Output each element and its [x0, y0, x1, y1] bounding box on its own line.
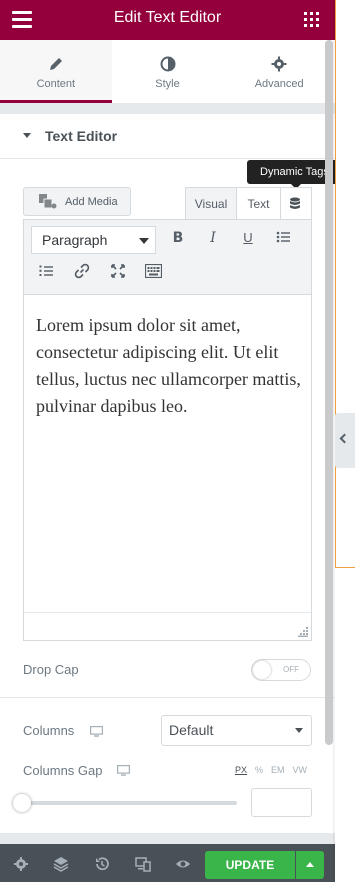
unit-em[interactable]: EM [271, 765, 285, 775]
chevron-down-icon [139, 238, 149, 244]
pencil-icon [49, 58, 62, 70]
unit-vw[interactable]: VW [293, 765, 308, 775]
editor-statusbar [24, 612, 311, 640]
settings-gear-icon[interactable] [13, 856, 29, 872]
layers-icon[interactable] [53, 856, 69, 872]
database-icon [290, 197, 300, 209]
update-options-button[interactable] [296, 851, 324, 879]
add-media-button[interactable]: Add Media [23, 187, 131, 216]
panel-header: Edit Text Editor [0, 0, 335, 40]
panel-scrollbar[interactable] [325, 40, 333, 745]
fullscreen-icon[interactable] [110, 263, 126, 279]
tab-style[interactable]: Style [112, 40, 224, 103]
tab-content-label: Content [36, 78, 76, 90]
responsive-mode-icon[interactable] [135, 856, 151, 872]
preview-frame-edge [335, 0, 336, 568]
toggle-knob [253, 661, 271, 679]
add-media-label: Add Media [65, 196, 118, 208]
columns-gap-input[interactable] [251, 788, 312, 817]
panel-tabs: Content Style Advanced [0, 40, 335, 103]
columns-gap-label: Columns Gap [23, 763, 103, 778]
collapse-panel-button[interactable] [335, 413, 355, 468]
tab-advanced[interactable]: Advanced [223, 40, 335, 103]
tab-visual[interactable]: Visual [185, 187, 237, 220]
columns-gap-slider-handle[interactable] [13, 794, 31, 812]
keyboard-icon[interactable] [145, 264, 162, 278]
columns-select[interactable]: Default [161, 715, 312, 746]
scrollbar-thumb[interactable] [325, 40, 333, 745]
italic-icon[interactable]: I [201, 226, 225, 250]
tab-advanced-label: Advanced [254, 78, 304, 90]
underline-icon[interactable]: U [236, 226, 260, 250]
columns-label: Columns [23, 723, 75, 738]
tab-text[interactable]: Text [237, 187, 281, 220]
tabs-separator [0, 103, 335, 114]
panel-title: Edit Text Editor [113, 9, 222, 26]
format-select[interactable]: Paragraph [31, 226, 156, 254]
tab-content[interactable]: Content [0, 40, 112, 103]
dynamic-tags-button[interactable] [281, 187, 312, 220]
footer-separator [0, 833, 335, 844]
contrast-icon [160, 56, 175, 72]
tab-style-label: Style [155, 78, 180, 90]
resize-handle-icon[interactable] [298, 627, 308, 637]
desktop-icon[interactable] [90, 726, 103, 737]
format-select-value: Paragraph [42, 232, 108, 248]
caret-down-icon [23, 133, 31, 138]
section-text-editor-header[interactable]: Text Editor [0, 114, 335, 159]
editor-panel: Edit Text Editor Content Style Advanced … [0, 0, 342, 882]
history-icon[interactable] [94, 856, 110, 872]
toggle-state-label: OFF [283, 665, 299, 674]
editor-toolbar: Paragraph B I U [23, 219, 312, 295]
chevron-left-icon [339, 433, 350, 444]
bullet-list-icon[interactable] [276, 230, 290, 244]
chevron-down-icon [295, 728, 303, 733]
preview-frame-bottom [335, 567, 355, 568]
editor-text[interactable]: Lorem ipsum dolor sit amet, consectetur … [36, 312, 304, 420]
gear-icon [271, 56, 287, 72]
update-button[interactable]: UPDATE [205, 851, 295, 879]
unit-switcher: PX% EM VW [235, 765, 315, 775]
editor-content-area[interactable]: Lorem ipsum dolor sit amet, consectetur … [23, 294, 312, 641]
section-divider [0, 697, 335, 698]
preview-eye-icon[interactable] [175, 856, 191, 872]
desktop-icon[interactable] [117, 765, 130, 776]
drop-cap-toggle[interactable]: OFF [251, 659, 311, 681]
section-title: Text Editor [45, 128, 118, 144]
columns-gap-slider-track[interactable] [22, 801, 237, 805]
caret-up-icon [306, 862, 314, 867]
link-icon[interactable] [74, 263, 90, 279]
media-icon [39, 194, 57, 209]
unit-percent[interactable]: % [255, 765, 263, 775]
unit-px[interactable]: PX [235, 765, 247, 775]
columns-select-value: Default [169, 722, 214, 738]
widgets-grid-icon[interactable] [304, 12, 319, 27]
drop-cap-label: Drop Cap [23, 662, 79, 677]
bold-icon[interactable]: B [166, 226, 190, 250]
numbered-list-icon[interactable] [39, 264, 53, 278]
